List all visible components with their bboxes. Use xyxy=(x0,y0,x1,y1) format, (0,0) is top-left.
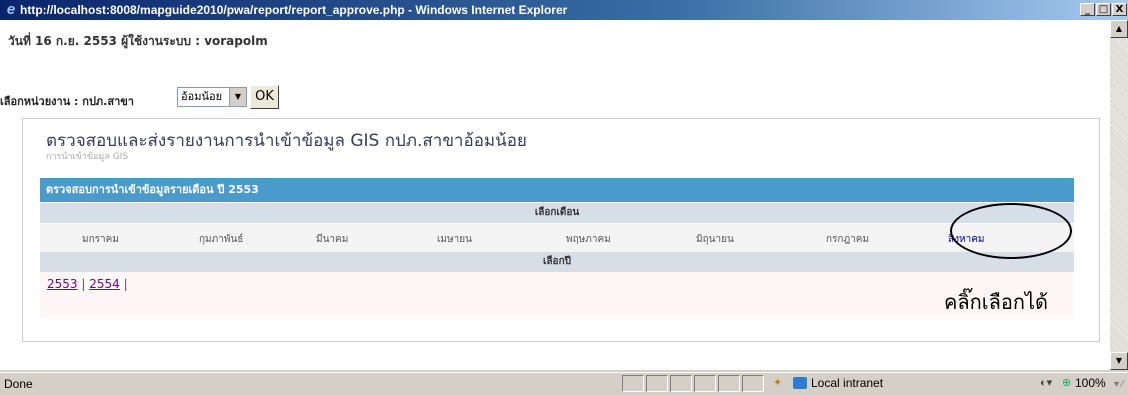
month-link-jan[interactable]: มกราคม xyxy=(82,232,119,247)
month-link-jun[interactable]: มิถุนายน xyxy=(696,232,734,247)
resize-grip-icon[interactable]: ▾ ⁄ xyxy=(1114,379,1123,390)
year-link-2553[interactable]: 2553 xyxy=(47,277,78,291)
zoom-icon[interactable]: ⊕ xyxy=(1062,376,1071,389)
year-separator: | xyxy=(123,277,128,291)
ie-icon: e xyxy=(6,1,16,18)
window-title: http://localhost:8008/mapguide2010/pwa/r… xyxy=(20,3,568,17)
close-button[interactable]: X xyxy=(1112,3,1127,16)
year-link-2554[interactable]: 2554 xyxy=(89,277,120,291)
monthly-check-table: ตรวจสอบการนำเข้าข้อมูลรายเดือน ปี 2553 เ… xyxy=(40,176,1074,318)
minimize-button[interactable]: _ xyxy=(1080,3,1095,16)
month-link-apr[interactable]: เมษายน xyxy=(437,232,472,247)
month-row: มกราคม กุมภาพันธ์ มีนาคม เมษายน พฤษภาคม … xyxy=(40,224,1074,252)
year-row: 2553 | 2554 | xyxy=(40,272,1074,318)
annotation-text: คลิ๊กเลือกได้ xyxy=(944,290,1049,314)
page-subtitle: การนำเข้าข้อมูล GIS xyxy=(46,152,129,162)
year-header: เลือกปี xyxy=(40,252,1074,272)
window-titlebar: e http://localhost:8008/mapguide2010/pwa… xyxy=(0,0,1128,20)
intranet-icon xyxy=(793,377,807,389)
scroll-down-icon[interactable]: ▼ xyxy=(1110,352,1128,370)
protected-mode-icon: ✦ xyxy=(773,377,783,389)
zone-label: Local intranet xyxy=(811,376,884,390)
year-links: 2553 | 2554 | xyxy=(47,277,128,291)
ok-button[interactable]: OK xyxy=(250,85,279,109)
table-header: ตรวจสอบการนำเข้าข้อมูลรายเดือน ปี 2553 xyxy=(40,178,1074,202)
month-header: เลือกเดือน xyxy=(40,203,1074,223)
highlight-ellipse xyxy=(950,203,1072,259)
month-link-feb[interactable]: กุมภาพันธ์ xyxy=(199,232,243,247)
status-pane xyxy=(742,375,764,392)
month-link-may[interactable]: พฤษภาคม xyxy=(566,232,611,247)
date-user-line: วันที่ 16 ก.ย. 2553 ผู้ใช้งานระบบ : vora… xyxy=(8,34,268,48)
zoom-level[interactable]: 100% xyxy=(1075,376,1106,390)
year-separator: | xyxy=(81,277,86,291)
month-link-mar[interactable]: มีนาคม xyxy=(316,232,348,247)
unit-select[interactable]: อ้อมน้อย ▼ xyxy=(177,87,247,107)
unit-select-value: อ้อมน้อย xyxy=(181,90,223,103)
status-pane xyxy=(622,375,644,392)
status-pane xyxy=(646,375,668,392)
status-pane xyxy=(694,375,716,392)
scroll-up-icon[interactable]: ▲ xyxy=(1110,20,1128,38)
status-text: Done xyxy=(4,377,33,391)
maximize-button[interactable]: □ xyxy=(1096,3,1111,16)
status-bar: Done ✦ Local intranet ◐▾ ⊕ 100% ▾ ⁄ xyxy=(0,372,1128,395)
unit-label: เลือกหน่วยงาน : กปภ.สาขา xyxy=(0,95,134,108)
vertical-scrollbar[interactable]: ▲ ▼ xyxy=(1110,20,1128,370)
status-pane xyxy=(718,375,740,392)
status-pane xyxy=(670,375,692,392)
dropdown-arrow-icon[interactable]: ▼ xyxy=(229,88,246,106)
tools-icon[interactable]: ◐▾ xyxy=(1040,376,1052,389)
month-link-jul[interactable]: กรกฎาคม xyxy=(826,232,869,247)
